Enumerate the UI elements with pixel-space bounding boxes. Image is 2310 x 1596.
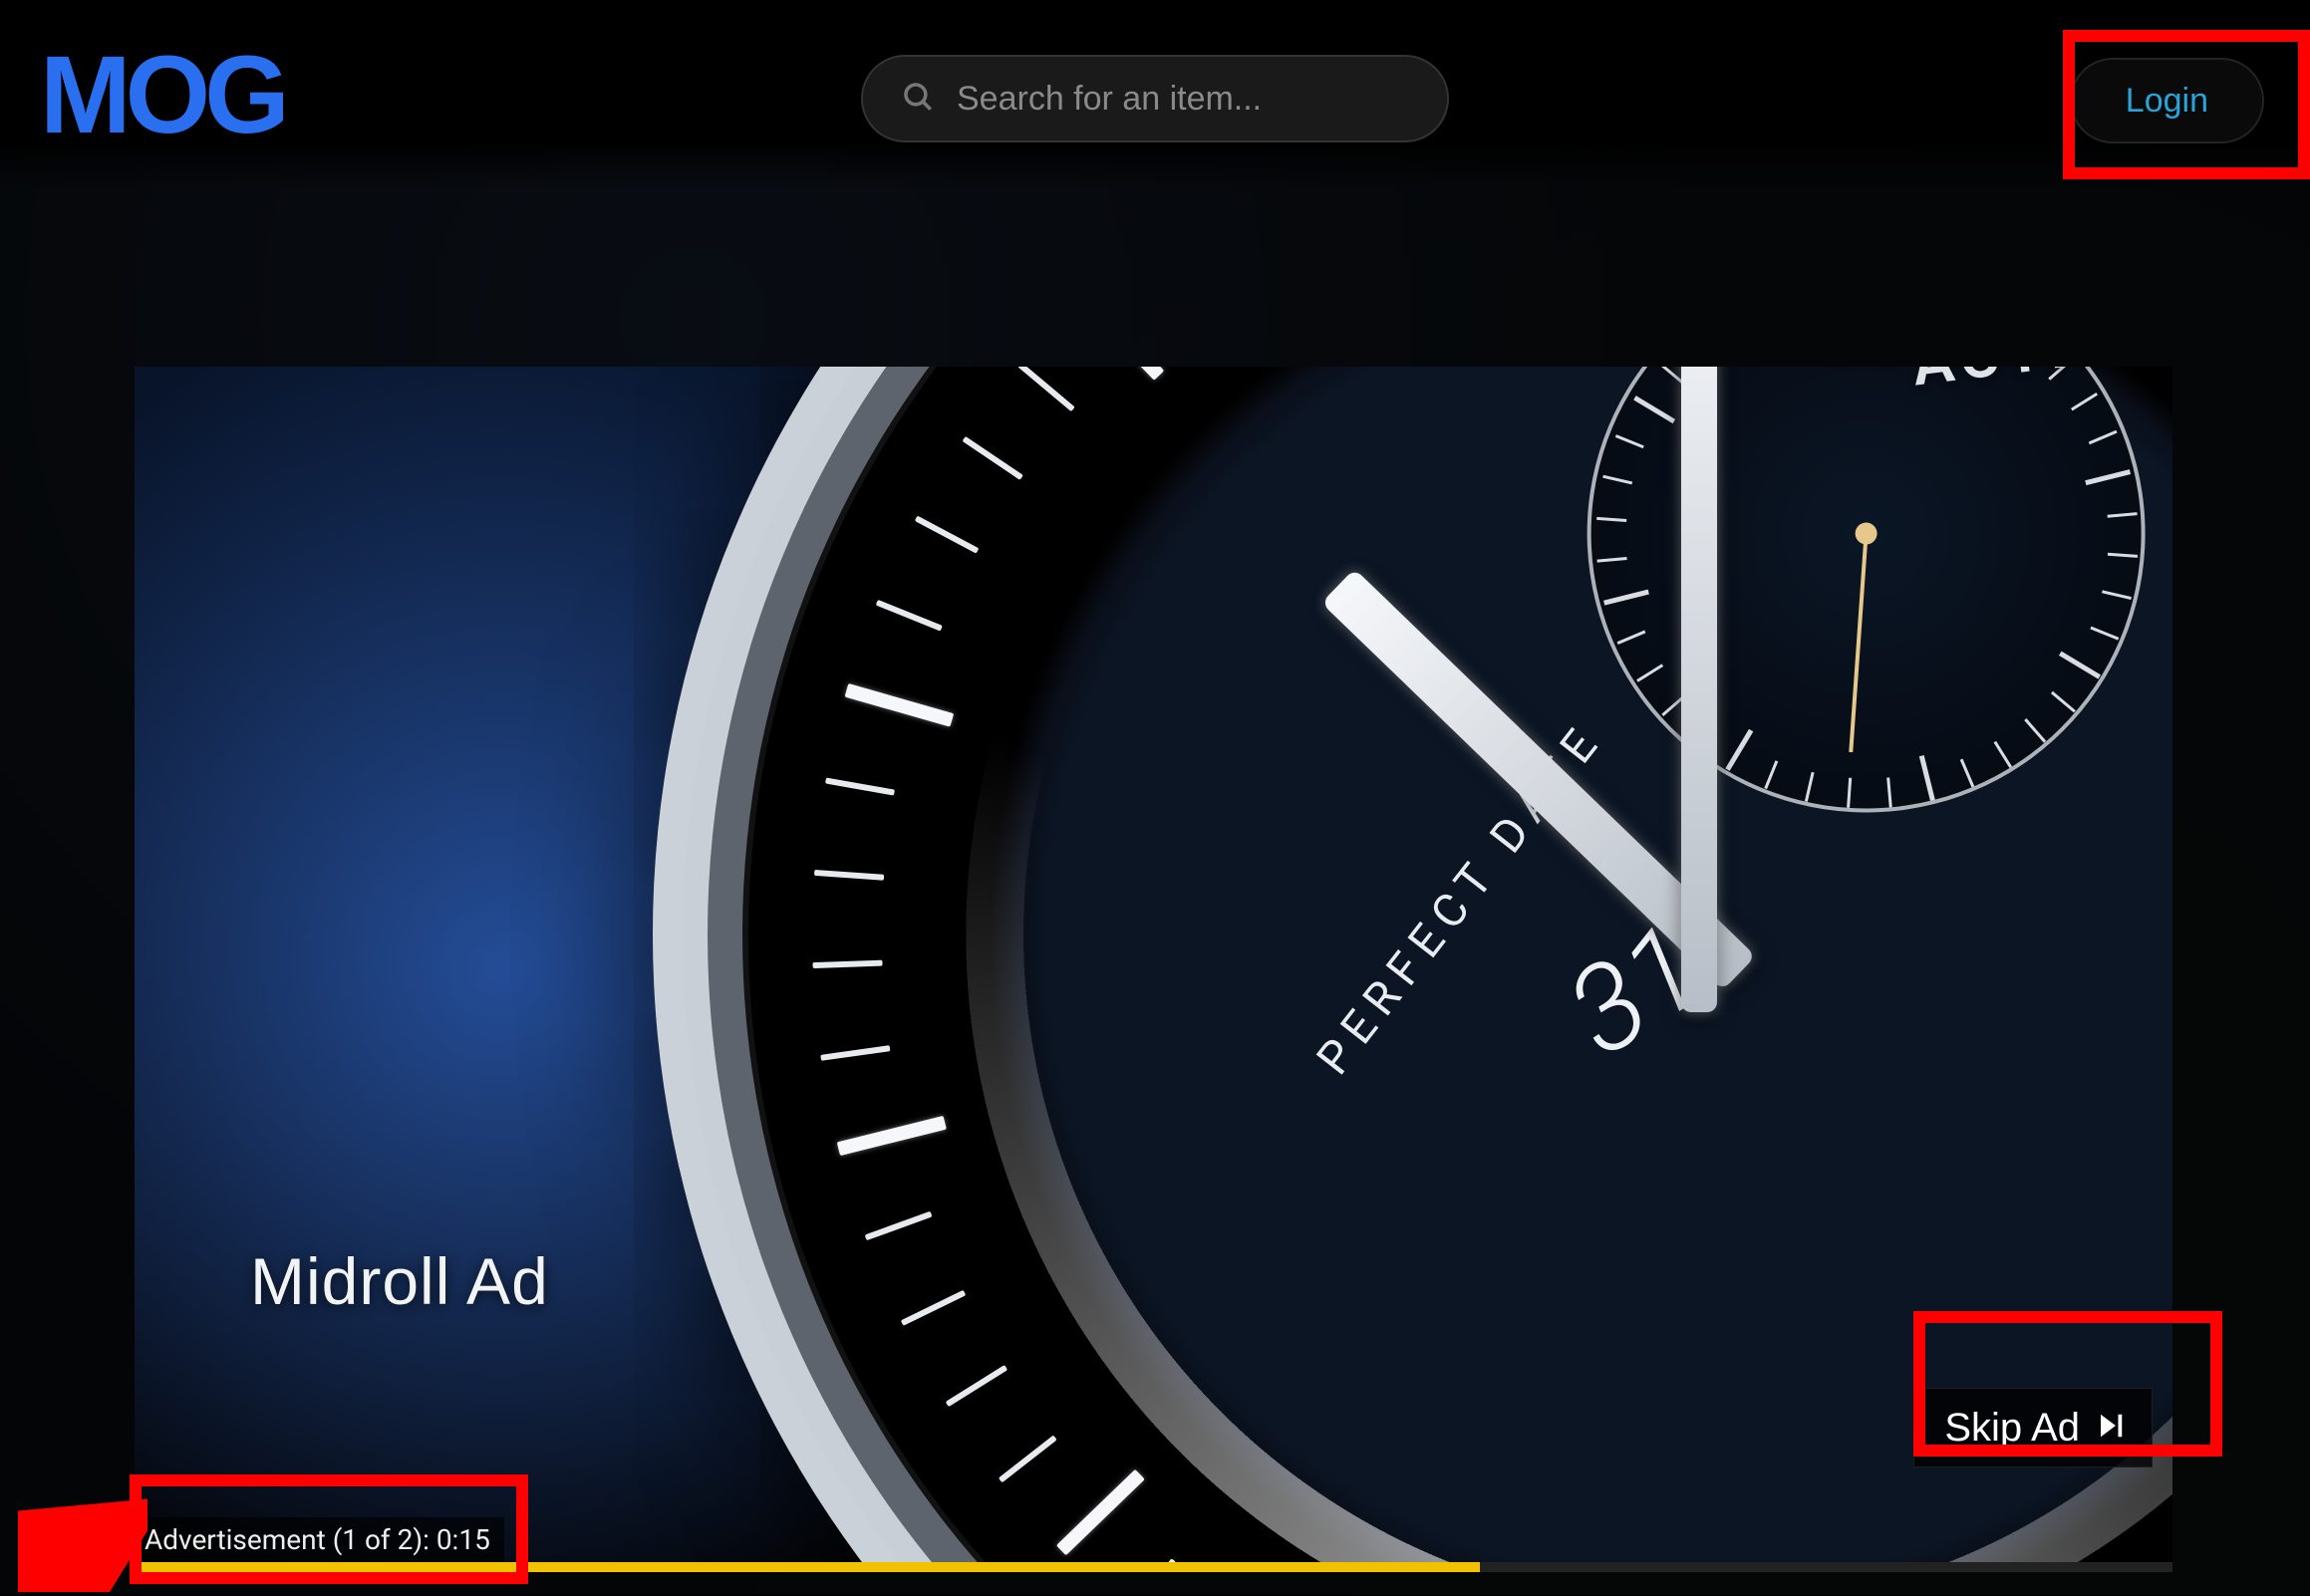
ad-counter-label: Advertisement (1 of 2): 0:15 (135, 1517, 504, 1562)
skip-ad-button[interactable]: Skip Ad (1913, 1388, 2153, 1467)
video-player[interactable]: IQ 100 ACTIVITY PERFECT DATE 31 Midroll … (135, 367, 2172, 1572)
search-input[interactable] (957, 80, 1409, 119)
ad-progress-fill (135, 1562, 1480, 1572)
ad-title-overlay: Midroll Ad (250, 1243, 549, 1319)
skip-ad-label: Skip Ad (1944, 1406, 2080, 1451)
ad-progress-bar[interactable] (135, 1562, 2172, 1572)
search-field[interactable] (861, 55, 1449, 142)
site-header: MOG Login (0, 0, 2310, 189)
login-button[interactable]: Login (2070, 58, 2264, 143)
search-icon (901, 80, 935, 118)
brand-logo[interactable]: MOG (40, 32, 284, 158)
skip-forward-icon (2096, 1406, 2126, 1451)
watch-minute-hand (1681, 367, 1717, 1012)
ad-creative: IQ 100 ACTIVITY PERFECT DATE 31 (135, 367, 2172, 1572)
